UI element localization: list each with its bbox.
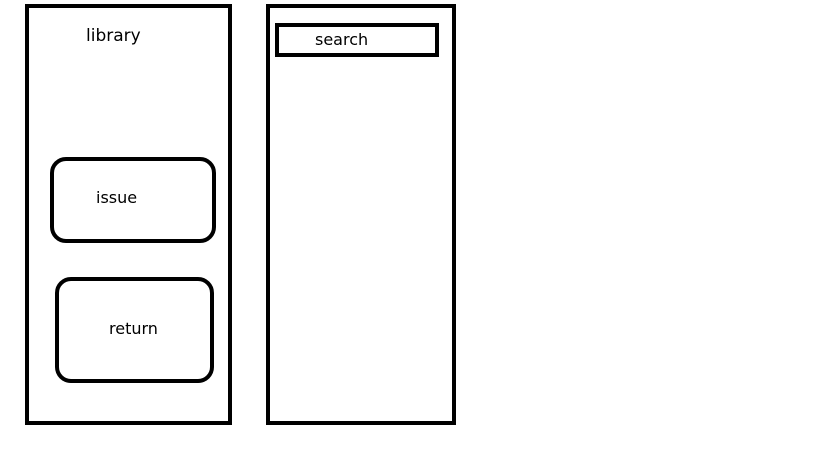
issue-button[interactable]: issue: [50, 157, 216, 243]
search-input-label: search: [315, 30, 369, 49]
search-input[interactable]: search: [275, 23, 439, 57]
library-title: library: [86, 26, 141, 46]
issue-button-label: issue: [96, 188, 138, 207]
return-button-label: return: [109, 319, 158, 338]
library-panel: library issue return: [25, 4, 232, 425]
search-panel: search: [266, 4, 456, 425]
return-button[interactable]: return: [55, 277, 214, 383]
